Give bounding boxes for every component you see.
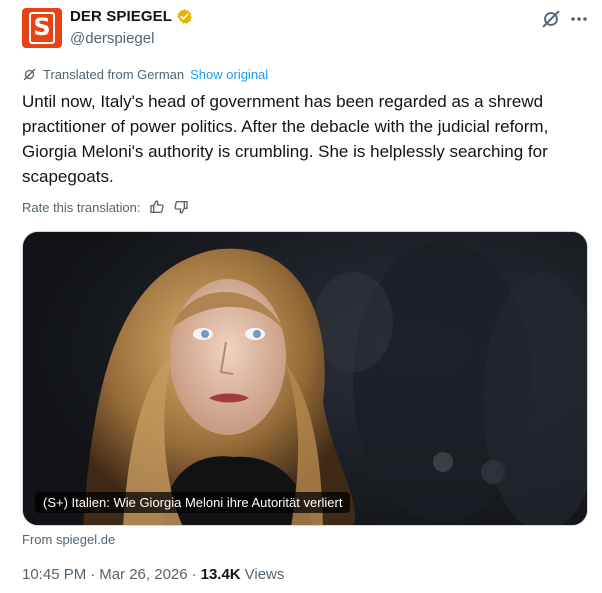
author-name-row: DER SPIEGEL <box>70 8 193 25</box>
author-handle[interactable]: @derspiegel <box>70 30 154 47</box>
author-display-name[interactable]: DER SPIEGEL <box>70 8 172 25</box>
link-card[interactable]: (S+) Italien: Wie Giorgia Meloni ihre Au… <box>22 231 588 526</box>
meta-separator: · <box>90 566 96 583</box>
translated-from-label: Translated from German <box>43 67 185 82</box>
article-photo <box>23 232 587 525</box>
thumbs-up-icon[interactable] <box>149 199 165 215</box>
source-link[interactable]: From spiegel.de <box>22 532 115 547</box>
views-count: 13.4K <box>200 566 241 583</box>
thumbs-down-icon[interactable] <box>173 199 189 215</box>
post-meta: 10:45 PM · Mar 26, 2026 · 13.4K Views <box>22 566 284 583</box>
more-options-icon[interactable] <box>568 8 590 30</box>
avatar[interactable]: S <box>22 8 62 48</box>
translation-notice: Translated from German Show original <box>22 67 268 82</box>
rate-translation-label: Rate this translation: <box>22 199 141 215</box>
tweet-text: Until now, Italy's head of government ha… <box>22 92 549 186</box>
show-original-link[interactable]: Show original <box>190 67 268 82</box>
post-time[interactable]: 10:45 PM <box>22 566 86 583</box>
card-caption: (S+) Italien: Wie Giorgia Meloni ihre Au… <box>35 492 351 513</box>
avatar-letter: S <box>29 12 55 44</box>
views-label: Views <box>244 566 285 583</box>
rate-translation-row: Rate this translation: <box>22 199 189 215</box>
tweet-post: S DER SPIEGEL @derspiegel Translated fro… <box>0 0 602 593</box>
translate-icon <box>22 67 37 82</box>
post-date[interactable]: Mar 26, 2026 <box>99 566 187 583</box>
meta-separator: · <box>191 566 197 583</box>
verified-badge-icon[interactable] <box>176 8 193 25</box>
grok-icon[interactable] <box>540 8 562 30</box>
